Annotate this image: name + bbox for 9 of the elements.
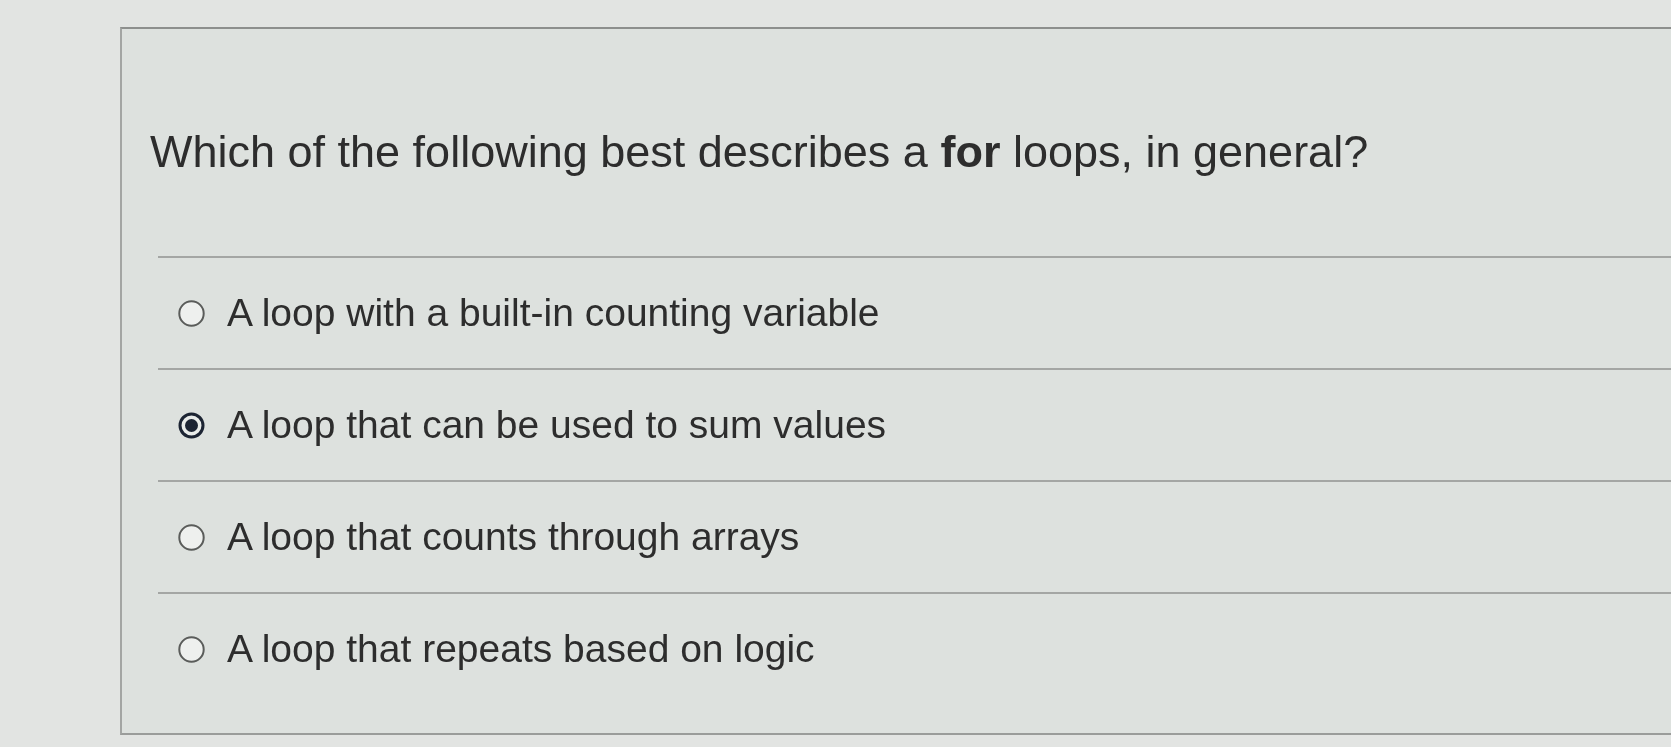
option-label[interactable]: A loop with a built-in counting variable	[227, 289, 880, 337]
option-label[interactable]: A loop that counts through arrays	[227, 513, 800, 561]
option-label[interactable]: A loop that can be used to sum values	[227, 401, 887, 449]
question-text: Which of the following best describes a for loops, in general?	[150, 125, 1369, 179]
radio-button[interactable]	[178, 635, 205, 663]
radio-button[interactable]	[178, 411, 205, 439]
radio-button[interactable]	[178, 299, 205, 327]
option-label[interactable]: A loop that repeats based on logic	[227, 625, 815, 673]
radio-button[interactable]	[178, 523, 205, 551]
